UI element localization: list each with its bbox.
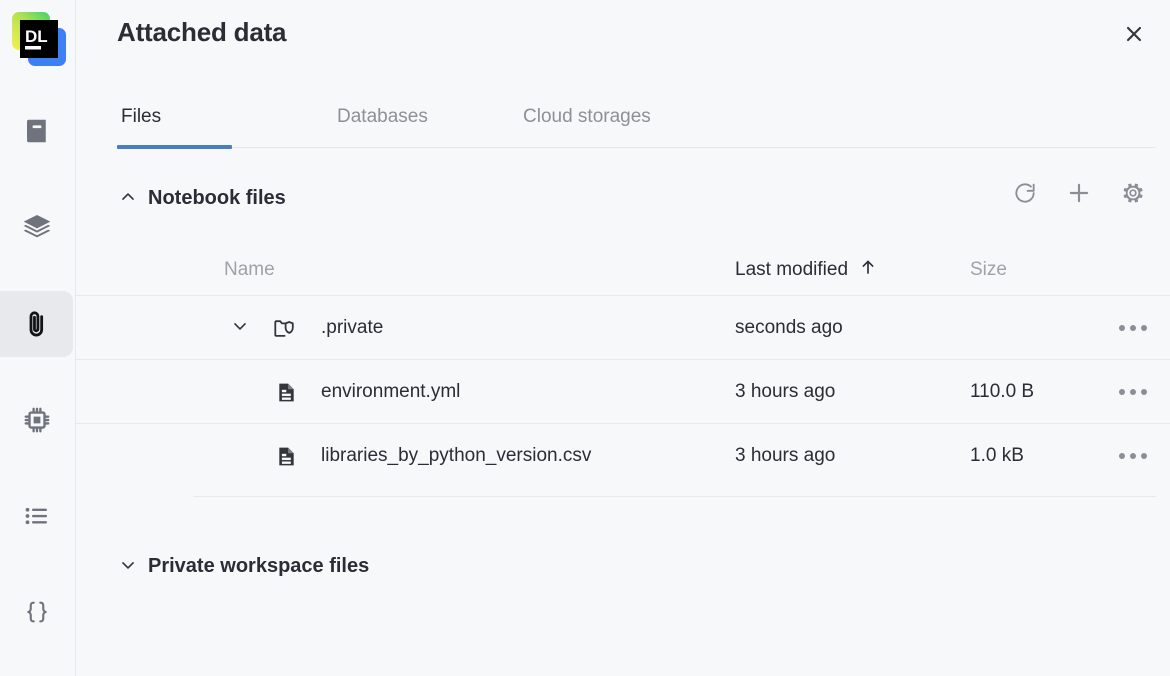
tab-databases-label: Databases: [337, 105, 428, 127]
row-expand-toggle[interactable]: [224, 312, 256, 344]
more-icon: [1141, 453, 1147, 459]
close-icon: [1123, 23, 1145, 50]
table-row[interactable]: .private seconds ago: [76, 295, 1170, 359]
row-more-actions-button[interactable]: [1117, 441, 1149, 471]
section-title-private-workspace-files: Private workspace files: [148, 555, 370, 577]
datalore-logo[interactable]: DL: [8, 8, 70, 70]
more-icon: [1141, 325, 1147, 331]
chevron-up-icon: [118, 187, 138, 212]
more-icon: [1119, 325, 1125, 331]
row-last-modified: seconds ago: [735, 317, 843, 338]
files-table: Name Last modified Size .private seconds…: [76, 245, 1170, 497]
refresh-icon: [1012, 180, 1038, 211]
gear-icon: [1120, 180, 1146, 211]
row-last-modified: 3 hours ago: [735, 381, 836, 402]
sidebar-item-layers[interactable]: [0, 194, 73, 260]
close-button[interactable]: [1116, 18, 1152, 54]
row-last-modified: 3 hours ago: [735, 445, 836, 466]
row-more-actions-button[interactable]: [1117, 377, 1149, 407]
section-toggle-notebook-files[interactable]: [112, 183, 144, 215]
tab-bar: Files Databases Cloud storages: [76, 86, 1170, 150]
section-toggle-private-workspace-files[interactable]: [112, 551, 144, 583]
section-actions-notebook-files: [1008, 178, 1150, 212]
braces-icon: [22, 597, 52, 627]
active-tab-indicator: [117, 145, 232, 149]
attached-data-panel-window: DL Attached data Files Databases Cloud s…: [0, 0, 1170, 676]
file-icon: [274, 444, 298, 468]
table-bottom-divider: [193, 496, 1156, 497]
column-header-name-label: Name: [224, 259, 275, 280]
section-header-notebook-files: Notebook files: [76, 178, 1170, 220]
layers-icon: [21, 211, 53, 243]
row-name: libraries_by_python_version.csv: [321, 445, 592, 466]
row-name: environment.yml: [321, 381, 461, 402]
table-row[interactable]: libraries_by_python_version.csv 3 hours …: [76, 423, 1170, 487]
column-header-size-label: Size: [970, 259, 1007, 280]
more-icon: [1130, 325, 1136, 331]
attached-data-icon: [21, 308, 53, 340]
sidebar-item-variables[interactable]: [0, 579, 73, 645]
chevron-down-icon: [230, 316, 250, 341]
folder-private-icon: [272, 316, 296, 340]
page-title: Attached data: [117, 17, 287, 47]
sidebar-item-attached-data[interactable]: [0, 291, 73, 357]
file-icon: [274, 380, 298, 404]
row-size: 110.0 B: [970, 381, 1035, 402]
notebook-icon: [22, 116, 52, 146]
add-file-button[interactable]: [1062, 178, 1096, 212]
chevron-down-icon: [118, 555, 138, 580]
attached-data-panel: Attached data Files Databases Cloud stor…: [76, 0, 1170, 676]
tab-files[interactable]: Files: [117, 86, 165, 147]
column-header-name[interactable]: Name: [224, 245, 275, 295]
sidebar-item-compute[interactable]: [0, 387, 73, 453]
table-header-row: Name Last modified Size: [76, 245, 1170, 295]
section-header-private-workspace-files: Private workspace files: [76, 546, 1170, 588]
section-title-notebook-files: Notebook files: [148, 187, 286, 209]
tab-bar-divider: [117, 147, 1156, 148]
plus-icon: [1066, 180, 1092, 211]
settings-button[interactable]: [1116, 178, 1150, 212]
row-size: 1.0 kB: [970, 445, 1024, 466]
column-header-last-modified-label: Last modified: [735, 259, 849, 280]
cpu-icon: [22, 405, 52, 435]
left-tool-rail: DL: [0, 0, 76, 676]
row-more-actions-button[interactable]: [1117, 313, 1149, 343]
refresh-button[interactable]: [1008, 178, 1042, 212]
sidebar-item-notebook[interactable]: [0, 98, 73, 164]
tab-files-label: Files: [121, 105, 162, 127]
more-icon: [1130, 453, 1136, 459]
tab-cloud-storages[interactable]: Cloud storages: [519, 86, 655, 147]
more-icon: [1119, 389, 1125, 395]
more-icon: [1141, 389, 1147, 395]
row-name: .private: [321, 317, 384, 338]
more-icon: [1130, 389, 1136, 395]
tab-cloud-storages-label: Cloud storages: [523, 105, 651, 127]
tab-databases[interactable]: Databases: [333, 86, 432, 147]
svg-text:DL: DL: [25, 27, 48, 46]
list-icon: [22, 501, 52, 531]
column-header-last-modified[interactable]: Last modified: [735, 245, 877, 295]
more-icon: [1119, 453, 1125, 459]
column-header-size[interactable]: Size: [970, 245, 1007, 295]
arrow-up-icon: [859, 257, 877, 283]
table-row[interactable]: environment.yml 3 hours ago 110.0 B: [76, 359, 1170, 423]
sidebar-item-outline[interactable]: [0, 483, 73, 549]
